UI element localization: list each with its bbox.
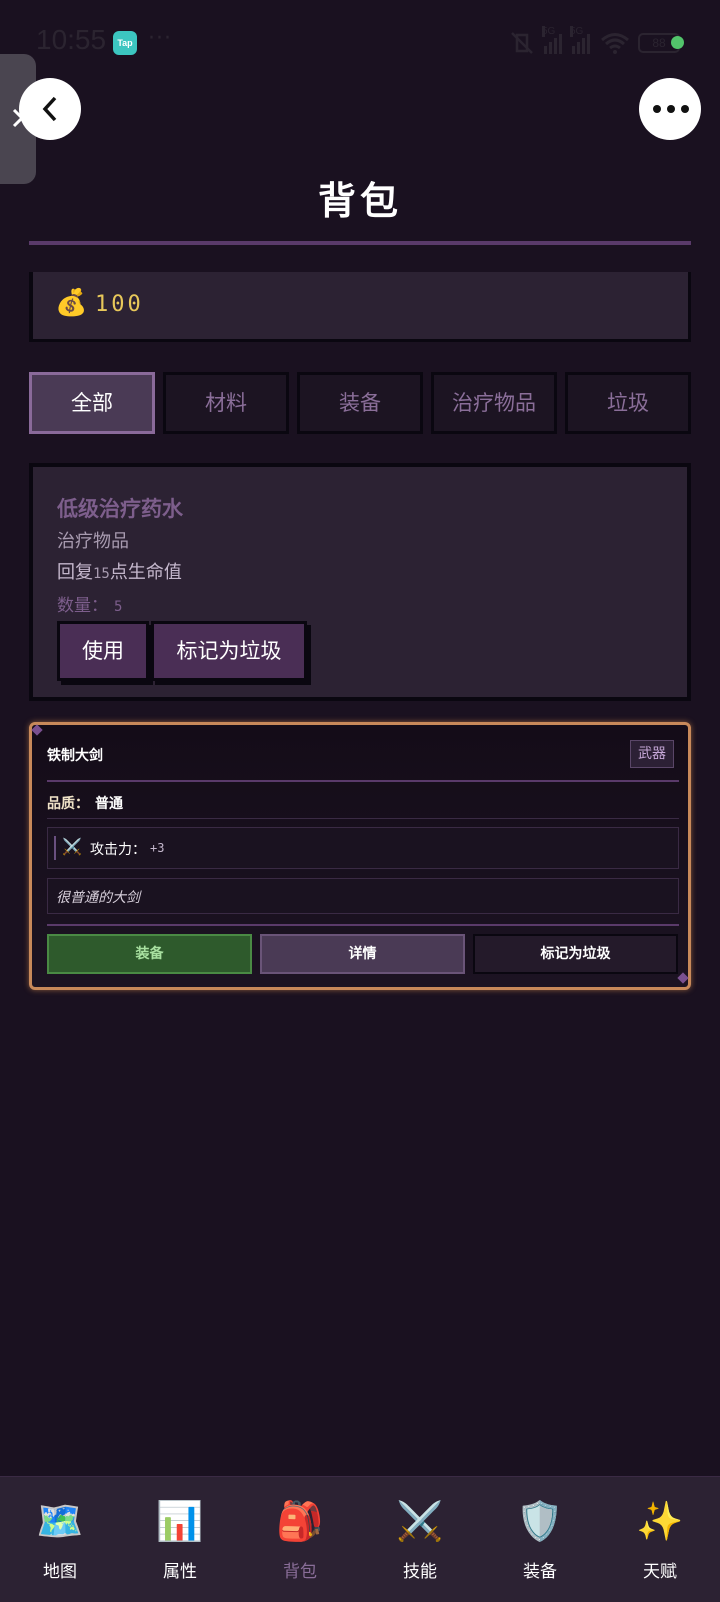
equipment-description: 很普通的大剑 [56, 890, 140, 906]
divider [47, 924, 679, 926]
mark-junk-button[interactable]: 标记为垃圾 [151, 621, 307, 681]
nav-item-talents[interactable]: ✨ 天赋 [600, 1477, 720, 1602]
privacy-indicator-dot [671, 36, 684, 49]
use-button[interactable]: 使用 [57, 621, 149, 681]
tab-healing[interactable]: 治疗物品 [431, 372, 557, 434]
nav-label: 装备 [523, 1562, 557, 1582]
stat-value: +3 [150, 841, 165, 855]
nav-label: 地图 [43, 1562, 77, 1582]
nav-label: 属性 [163, 1562, 197, 1582]
quality-value: 普通 [95, 796, 123, 812]
item-desc-suffix: 点生命值 [109, 562, 182, 583]
corner-ornament [677, 972, 689, 984]
mark-junk-button[interactable]: 标记为垃圾 [473, 934, 678, 974]
equipment-name: 铁制大剑 [47, 748, 103, 764]
nav-item-attributes[interactable]: 📊 属性 [120, 1477, 240, 1602]
page-title: 背包 [317, 179, 402, 223]
status-time: 10:55 [36, 24, 107, 55]
nav-item-skills[interactable]: ⚔️ 技能 [360, 1477, 480, 1602]
item-card-potion: 低级治疗药水 治疗物品 回复15点生命值 数量： 5 使用 标记为垃圾 [29, 463, 691, 701]
map-icon: 🗺️ [36, 1499, 84, 1543]
bar-chart-icon: 📊 [156, 1499, 204, 1543]
crossed-swords-icon: ⚔️ [396, 1499, 444, 1543]
tab-junk[interactable]: 垃圾 [565, 372, 691, 434]
equip-button[interactable]: 装备 [47, 934, 252, 974]
network-type-2: 5G [570, 26, 584, 37]
signal-icon-1: 5G [542, 26, 564, 54]
money-bag-icon: 💰 [55, 288, 88, 318]
quantity-label: 数量： [57, 596, 108, 616]
mute-vibrate-icon [511, 32, 533, 54]
quantity-value: 5 [114, 599, 123, 615]
quality-label: 品质： [47, 796, 89, 812]
nav-label: 技能 [403, 1562, 437, 1582]
stat-accent-bar [54, 836, 56, 860]
crossed-swords-icon: ⚔️ [62, 837, 82, 856]
status-bar: 10:55 Tap ··· 5G 5G 88 [0, 0, 720, 86]
status-right: 5G 5G 88 [508, 26, 680, 58]
category-tabs: 全部 材料 装备 治疗物品 垃圾 [29, 372, 691, 434]
shield-icon: 🛡️ [516, 1499, 564, 1543]
gold-amount: 100 [95, 292, 144, 317]
nav-item-map[interactable]: 🗺️ 地图 [0, 1477, 120, 1602]
equipment-description-box: 很普通的大剑 [47, 878, 679, 914]
nav-label: 背包 [283, 1562, 317, 1582]
nav-item-backpack[interactable]: 🎒 背包 [240, 1477, 360, 1602]
more-dots-icon [653, 105, 689, 113]
corner-ornament [31, 724, 43, 736]
more-menu-button[interactable] [639, 78, 701, 140]
item-name: 低级治疗药水 [57, 497, 183, 521]
status-more-dots: ··· [148, 26, 172, 51]
network-type-1: 5G [542, 26, 556, 37]
stat-label: 攻击力： [90, 842, 146, 858]
tab-equipment[interactable]: 装备 [297, 372, 423, 434]
wifi-icon [601, 33, 629, 54]
item-type: 治疗物品 [57, 531, 129, 552]
equipment-stat-row: ⚔️ 攻击力： +3 [47, 827, 679, 869]
item-desc-prefix: 回复 [57, 562, 93, 583]
chevron-left-icon [42, 96, 57, 122]
item-description: 回复15点生命值 [57, 558, 182, 584]
divider [47, 818, 679, 819]
equipment-actions: 装备 详情 标记为垃圾 [47, 934, 679, 974]
signal-icon-2: 5G [570, 26, 592, 54]
equipment-type-badge: 武器 [630, 740, 674, 768]
details-button[interactable]: 详情 [260, 934, 465, 974]
divider [47, 780, 679, 782]
bottom-navigation: 🗺️ 地图 📊 属性 🎒 背包 ⚔️ 技能 🛡️ 装备 ✨ 天赋 [0, 1476, 720, 1602]
item-actions: 使用 标记为垃圾 [57, 621, 307, 681]
sparkles-icon: ✨ [636, 1499, 684, 1543]
nav-label: 天赋 [643, 1562, 677, 1582]
nav-item-equipment[interactable]: 🛡️ 装备 [480, 1477, 600, 1602]
item-card-sword: 铁制大剑 武器 品质： 普通 ⚔️ 攻击力： +3 很普通的大剑 装备 详情 标记… [29, 722, 691, 990]
item-desc-value: 15 [93, 566, 110, 582]
backpack-icon: 🎒 [276, 1499, 324, 1543]
tab-all[interactable]: 全部 [29, 372, 155, 434]
gold-panel: 💰 100 [29, 272, 691, 342]
tap-app-icon: Tap [113, 31, 137, 55]
equipment-quality: 品质： 普通 [47, 793, 123, 813]
title-divider [29, 241, 691, 245]
back-button[interactable] [19, 78, 81, 140]
tab-materials[interactable]: 材料 [163, 372, 289, 434]
item-quantity: 数量： 5 [57, 591, 122, 616]
